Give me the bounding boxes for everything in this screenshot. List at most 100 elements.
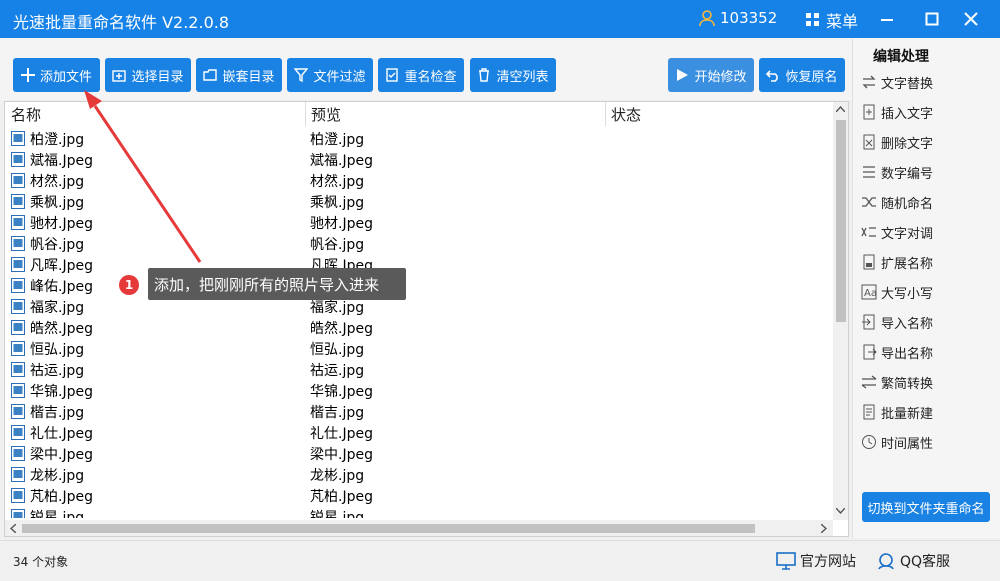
select-directory-label: 选择目录 bbox=[131, 69, 184, 85]
edit-item-case[interactable]: Aa 大写小写 bbox=[861, 279, 991, 305]
edit-item-label: 文字对调 bbox=[881, 226, 934, 242]
clear-list-button[interactable]: 清空列表 bbox=[470, 58, 556, 92]
scroll-right-icon[interactable] bbox=[821, 524, 827, 533]
edit-item-export[interactable]: 导出名称 bbox=[861, 339, 991, 365]
file-preview-name: 帆谷.jpg bbox=[310, 237, 365, 253]
image-file-icon bbox=[11, 320, 25, 335]
insert-icon bbox=[863, 104, 875, 120]
file-name: 斌福.Jpeg bbox=[30, 153, 93, 169]
edit-item-new-batch[interactable]: 批量新建 bbox=[861, 399, 991, 425]
rename-check-button[interactable]: 重名检查 bbox=[378, 58, 464, 92]
scroll-up-icon[interactable] bbox=[836, 106, 845, 112]
filter-icon bbox=[294, 68, 309, 82]
file-name: 柏澄.jpg bbox=[30, 132, 85, 148]
image-file-icon bbox=[11, 446, 25, 461]
column-header-status[interactable]: 状态 bbox=[605, 102, 831, 126]
table-row[interactable]: 恒弘.jpg 恒弘.jpg bbox=[5, 338, 833, 359]
table-row[interactable]: 乘枫.jpg 乘枫.jpg bbox=[5, 191, 833, 212]
table-row[interactable]: 梁中.Jpeg 梁中.Jpeg bbox=[5, 443, 833, 464]
select-directory-button[interactable]: 选择目录 bbox=[105, 58, 191, 92]
column-header-preview[interactable]: 预览 bbox=[305, 102, 607, 126]
table-row[interactable]: 柏澄.jpg 柏澄.jpg bbox=[5, 128, 833, 149]
maximize-icon bbox=[925, 12, 939, 26]
table-row[interactable]: 芃柏.Jpeg 芃柏.Jpeg bbox=[5, 485, 833, 506]
horizontal-scrollbar[interactable] bbox=[5, 520, 833, 536]
restore-name-button[interactable]: 恢复原名 bbox=[759, 58, 845, 92]
nested-directory-button[interactable]: 嵌套目录 bbox=[196, 58, 282, 92]
qq-service-link[interactable]: QQ客服 bbox=[876, 551, 950, 571]
table-row[interactable]: 华锦.Jpeg 华锦.Jpeg bbox=[5, 380, 833, 401]
table-row[interactable]: 楷吉.jpg 楷吉.jpg bbox=[5, 401, 833, 422]
minimize-button[interactable] bbox=[874, 6, 900, 32]
file-preview-name: 梁中.Jpeg bbox=[310, 447, 373, 463]
svg-text:Aa: Aa bbox=[864, 288, 877, 299]
file-name: 帆谷.jpg bbox=[30, 237, 85, 253]
edit-item-shuffle[interactable]: 随机命名 bbox=[861, 189, 991, 215]
image-file-icon bbox=[11, 131, 25, 146]
image-file-icon bbox=[11, 215, 25, 230]
menu-button[interactable]: 菜单 bbox=[806, 8, 858, 32]
swap-icon bbox=[861, 227, 876, 237]
file-name: 楷吉.jpg bbox=[30, 405, 85, 421]
clock-icon bbox=[862, 435, 876, 449]
scroll-down-icon[interactable] bbox=[836, 508, 845, 514]
edit-item-label: 文字替换 bbox=[881, 76, 934, 92]
edit-item-label: 插入文字 bbox=[881, 106, 934, 122]
edit-item-delete-text[interactable]: 删除文字 bbox=[861, 129, 991, 155]
table-row[interactable]: 材然.jpg 材然.jpg bbox=[5, 170, 833, 191]
table-row[interactable]: 驰材.Jpeg 驰材.Jpeg bbox=[5, 212, 833, 233]
table-row[interactable]: 锐星.jpg 锐星.jpg bbox=[5, 506, 833, 518]
file-list[interactable]: 名称 预览 状态 柏澄.jpg 柏澄.jpg 斌福.Jpeg 斌福.Jpeg 材然.jp… bbox=[4, 101, 849, 537]
file-rows: 柏澄.jpg 柏澄.jpg 斌福.Jpeg 斌福.Jpeg 材然.jpg 材然.jpg 乘枫… bbox=[5, 128, 833, 518]
file-preview-name: 芃柏.Jpeg bbox=[310, 489, 373, 505]
folder-icon bbox=[203, 69, 218, 81]
rename-check-label: 重名检查 bbox=[404, 69, 457, 85]
table-row[interactable]: 帆谷.jpg 帆谷.jpg bbox=[5, 233, 833, 254]
edit-item-swap[interactable]: 文字对调 bbox=[861, 219, 991, 245]
edit-item-label: 时间属性 bbox=[881, 436, 934, 452]
play-icon bbox=[677, 69, 689, 81]
scroll-left-icon[interactable] bbox=[10, 524, 16, 533]
edit-item-extension[interactable]: 扩展名称 bbox=[861, 249, 991, 275]
start-rename-button[interactable]: 开始修改 bbox=[668, 58, 754, 92]
object-count: 34 个对象 bbox=[13, 555, 69, 569]
table-row[interactable]: 凡晖.Jpeg 凡晖.Jpeg bbox=[5, 254, 833, 275]
restore-name-label: 恢复原名 bbox=[785, 69, 838, 85]
table-row[interactable]: 礼仕.Jpeg 礼仕.Jpeg bbox=[5, 422, 833, 443]
file-preview-name: 恒弘.jpg bbox=[310, 342, 365, 358]
user-id: 103352 bbox=[720, 9, 778, 27]
horizontal-scroll-thumb[interactable] bbox=[22, 524, 755, 533]
maximize-button[interactable] bbox=[919, 6, 945, 32]
user-account[interactable]: 103352 bbox=[698, 9, 777, 27]
official-website-label: 官方网站 bbox=[800, 554, 856, 570]
edit-item-label: 批量新建 bbox=[881, 406, 934, 422]
table-row[interactable]: 福家.jpg 福家.jpg bbox=[5, 296, 833, 317]
edit-item-import[interactable]: 导入名称 bbox=[861, 309, 991, 335]
menu-label: 菜单 bbox=[826, 12, 859, 31]
file-name: 华锦.Jpeg bbox=[30, 384, 93, 400]
edit-item-clock[interactable]: 时间属性 bbox=[861, 429, 991, 455]
edit-item-insert[interactable]: 插入文字 bbox=[861, 99, 991, 125]
file-preview-name: 华锦.Jpeg bbox=[310, 384, 373, 400]
monitor-icon bbox=[776, 552, 796, 570]
table-row[interactable]: 皓然.Jpeg 皓然.Jpeg bbox=[5, 317, 833, 338]
close-button[interactable] bbox=[958, 6, 984, 32]
edit-item-numbering[interactable]: 数字编号 bbox=[861, 159, 991, 185]
table-row[interactable]: 龙彬.jpg 龙彬.jpg bbox=[5, 464, 833, 485]
add-file-button[interactable]: 添加文件 bbox=[13, 58, 100, 92]
file-filter-button[interactable]: 文件过滤 bbox=[287, 58, 373, 92]
switch-to-folder-rename-button[interactable]: 切换到文件夹重命名 bbox=[862, 492, 990, 522]
file-name: 皓然.Jpeg bbox=[30, 321, 93, 337]
vertical-scrollbar[interactable] bbox=[833, 102, 848, 520]
table-row[interactable]: 祜运.jpg 祜运.jpg bbox=[5, 359, 833, 380]
column-header-name[interactable]: 名称 bbox=[5, 102, 307, 126]
edit-item-label: 繁简转换 bbox=[881, 376, 934, 392]
official-website-link[interactable]: 官方网站 bbox=[776, 551, 856, 571]
file-filter-label: 文件过滤 bbox=[313, 69, 366, 85]
table-row[interactable]: 斌福.Jpeg 斌福.Jpeg bbox=[5, 149, 833, 170]
folder-add-icon bbox=[112, 70, 127, 82]
edit-item-convert[interactable]: 繁简转换 bbox=[861, 369, 991, 395]
vertical-scroll-thumb[interactable] bbox=[836, 120, 846, 322]
image-file-icon bbox=[11, 278, 25, 293]
edit-item-replace[interactable]: 文字替换 bbox=[861, 69, 991, 95]
